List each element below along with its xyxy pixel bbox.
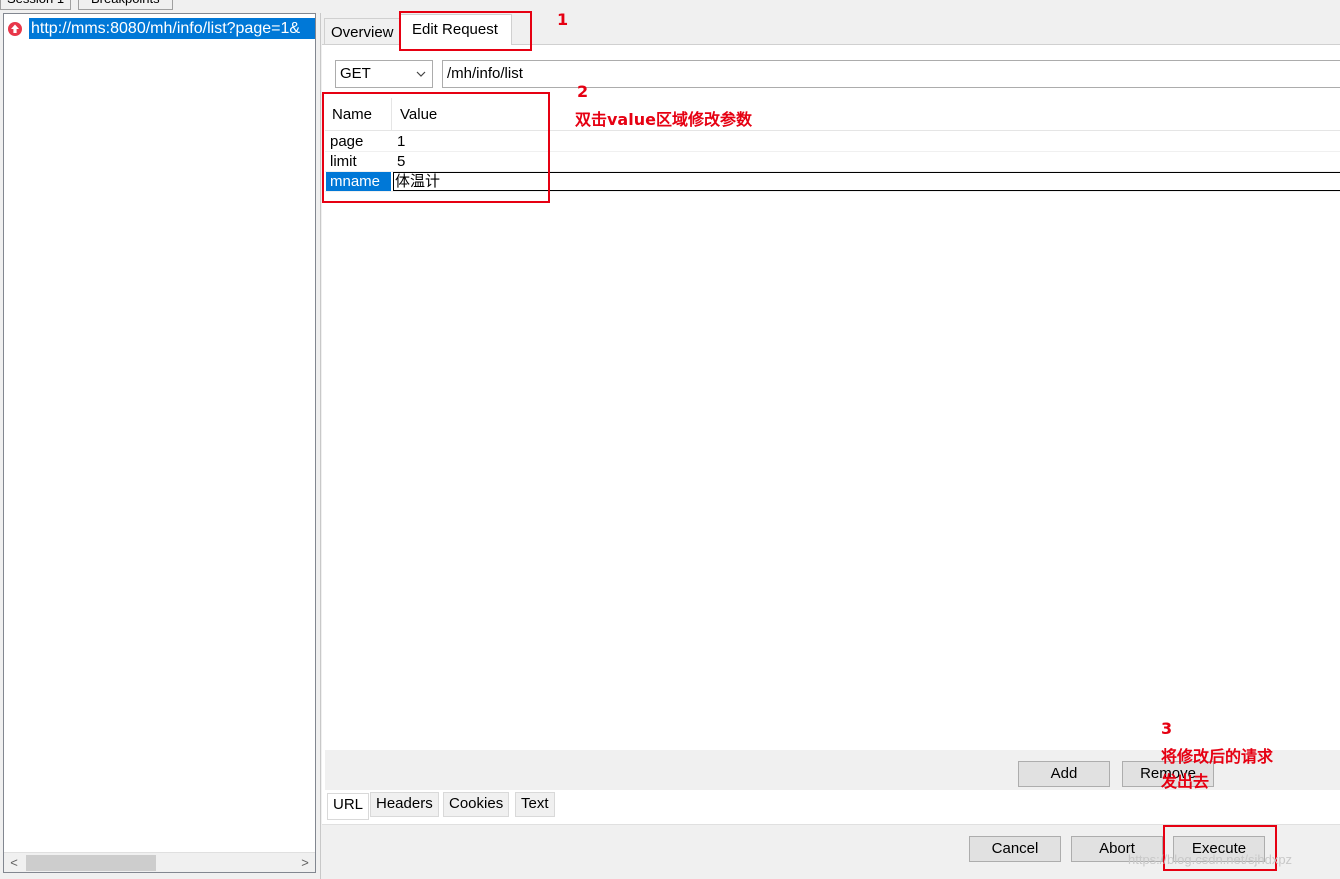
tab-breakpoints[interactable]: Breakpoints [78,0,173,10]
tab-session-1[interactable]: Session 1 [0,0,72,10]
scroll-right-icon[interactable]: > [295,853,315,873]
tab-cookies[interactable]: Cookies [443,792,510,817]
scrollbar-thumb[interactable] [26,855,156,871]
annotation-text-2: 双击value区域修改参数 [575,110,752,129]
session-row[interactable]: http://mms:8080/mh/info/list?page=1& [7,18,315,39]
tab-headers[interactable]: Headers [370,792,439,817]
annotation-text-3-line2: 发出去 [1161,772,1210,791]
method-select[interactable]: GET [335,60,433,88]
method-value: GET [340,65,371,82]
add-button[interactable]: Add [1018,761,1110,787]
horizontal-scrollbar[interactable]: < > [4,852,315,872]
session-list: http://mms:8080/mh/info/list?page=1& < > [3,13,316,873]
annotation-number-1: 1 [557,10,569,29]
annotation-number-2: 2 [577,82,589,101]
annotation-box-edit-request [399,11,532,51]
scroll-left-icon[interactable]: < [4,853,24,873]
tab-url[interactable]: URL [327,793,370,820]
cancel-button[interactable]: Cancel [969,836,1061,862]
watermark: https://blog.csdn.net/sjhdxpz [1128,852,1293,867]
annotation-text-3-line1: 将修改后的请求 [1161,747,1274,766]
tab-overview[interactable]: Overview [324,18,400,44]
annotation-number-3: 3 [1161,719,1173,738]
breakpoint-up-icon [7,21,23,37]
annotation-box-params [322,92,550,203]
tab-text[interactable]: Text [515,792,555,817]
session-url[interactable]: http://mms:8080/mh/info/list?page=1& [29,18,315,39]
